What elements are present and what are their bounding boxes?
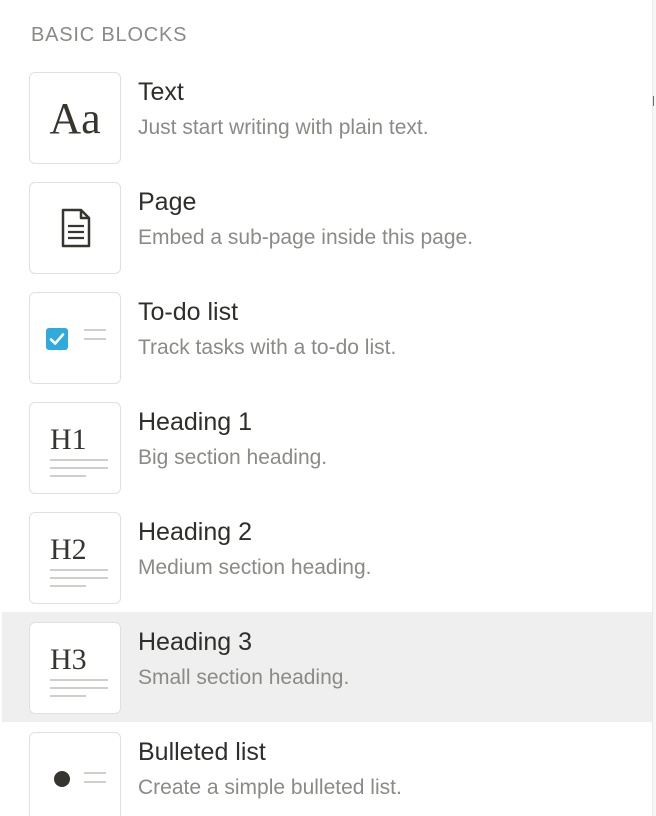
menu-item-description: Just start writing with plain text.	[138, 116, 429, 139]
menu-item-title: Text	[138, 78, 184, 106]
menu-item-title: Heading 2	[138, 518, 252, 546]
heading-glyph: H2	[50, 533, 87, 566]
menu-item-title: To-do list	[138, 298, 239, 326]
menu-item-description: Small section heading.	[138, 666, 350, 689]
text-line-decoration	[50, 585, 86, 587]
heading-glyph: H1	[50, 423, 87, 456]
menu-item-description: Embed a sub-page inside this page.	[138, 226, 474, 249]
text-line-decoration	[84, 338, 106, 340]
text-line-decoration	[50, 679, 108, 681]
block-insert-menu: BASIC BLOCKS Aa Text Just start writing …	[0, 0, 653, 816]
heading-glyph: H3	[50, 643, 87, 676]
page-document-icon	[29, 182, 121, 274]
menu-item-title: Heading 3	[138, 628, 252, 656]
text-line-decoration	[50, 569, 108, 571]
menu-item-title: Page	[138, 188, 197, 216]
menu-item-description: Track tasks with a to-do list.	[138, 336, 397, 359]
menu-item-text[interactable]: Aa Text Just start writing with plain te…	[2, 62, 652, 172]
menu-item-heading-1[interactable]: H1 Heading 1 Big section heading.	[2, 392, 652, 502]
text-line-decoration	[50, 467, 108, 469]
menu-item-bulleted-list[interactable]: Bulleted list Create a simple bulleted l…	[2, 722, 652, 816]
bullet-dot-icon	[54, 771, 70, 787]
heading-3-icon: H3	[29, 622, 121, 714]
menu-item-title: Heading 1	[138, 408, 252, 436]
text-line-decoration	[84, 781, 106, 783]
menu-item-description: Create a simple bulleted list.	[138, 776, 402, 799]
text-line-decoration	[50, 475, 86, 477]
section-header-basic-blocks: BASIC BLOCKS	[31, 24, 188, 46]
text-aa-glyph: Aa	[49, 94, 101, 143]
heading-1-icon: H1	[29, 402, 121, 494]
menu-item-description: Medium section heading.	[138, 556, 372, 579]
todo-checkbox-icon	[29, 292, 121, 384]
menu-item-heading-2[interactable]: H2 Heading 2 Medium section heading.	[2, 502, 652, 612]
menu-item-description: Big section heading.	[138, 446, 328, 469]
menu-item-heading-3[interactable]: H3 Heading 3 Small section heading.	[2, 612, 652, 722]
text-aa-icon: Aa	[29, 72, 121, 164]
menu-item-page[interactable]: Page Embed a sub-page inside this page.	[2, 172, 652, 282]
text-line-decoration	[50, 459, 108, 461]
text-line-decoration	[50, 577, 108, 579]
checkbox-checked-icon	[46, 328, 68, 350]
text-line-decoration	[84, 772, 106, 774]
text-line-decoration	[50, 687, 108, 689]
menu-item-todo-list[interactable]: To-do list Track tasks with a to-do list…	[2, 282, 652, 392]
menu-item-title: Bulleted list	[138, 738, 266, 766]
text-line-decoration	[50, 695, 86, 697]
text-line-decoration	[84, 329, 106, 331]
heading-2-icon: H2	[29, 512, 121, 604]
bulleted-list-icon	[29, 732, 121, 816]
